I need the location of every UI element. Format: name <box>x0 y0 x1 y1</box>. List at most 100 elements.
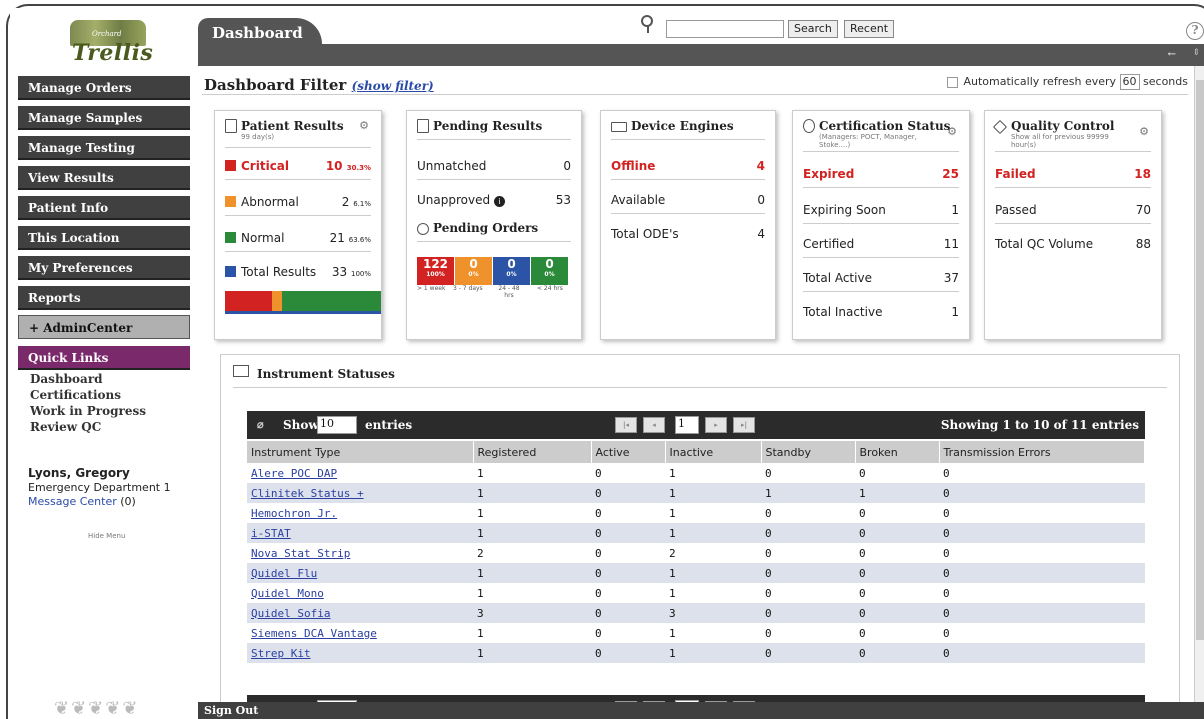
table-cell: 0 <box>939 603 1145 623</box>
flask-icon <box>992 119 1008 135</box>
hide-menu-link[interactable]: Hide Menu <box>88 532 125 540</box>
instrument-link[interactable]: Quidel Mono <box>251 587 324 600</box>
nav-manage-orders[interactable]: Manage Orders <box>18 76 190 100</box>
auto-refresh-checkbox[interactable] <box>946 76 958 88</box>
table-cell: 0 <box>765 546 772 560</box>
resize-icon[interactable]: ⇕ <box>1192 48 1200 58</box>
trellis-logo[interactable]: Orchard Trellis <box>66 20 153 68</box>
quick-link-work-in-progress[interactable]: Work in Progress <box>30 404 146 418</box>
certification-status-card: Certification Status (Managers: POCT, Ma… <box>792 110 970 340</box>
normal-swatch <box>225 232 236 243</box>
instrument-link[interactable]: Nova Stat Strip <box>251 547 350 560</box>
table-cell: 0 <box>591 643 665 663</box>
qc-volume-row[interactable]: Total QC Volume 88 <box>995 237 1151 253</box>
recent-button[interactable]: Recent <box>844 20 895 38</box>
help-icon[interactable]: ? <box>1186 22 1204 40</box>
main-content: Dashboard Filter (show filter) Automatic… <box>198 66 1194 719</box>
table-cell: 0 <box>765 466 772 480</box>
nav-manage-testing[interactable]: Manage Testing <box>18 136 190 160</box>
quick-link-dashboard[interactable]: Dashboard <box>30 372 103 386</box>
first-page-icon[interactable]: |◂ <box>615 417 637 433</box>
total-ode-row[interactable]: Total ODE's 4 <box>611 227 765 243</box>
column-header[interactable]: Active <box>591 441 666 463</box>
unapproved-row[interactable]: Unapproved i 53 <box>417 193 571 209</box>
quick-link-review-qc[interactable]: Review QC <box>30 420 101 434</box>
table-row: Quidel Sofia 3 0 3 0 0 0 <box>247 603 1145 623</box>
total-swatch <box>225 266 236 277</box>
total-results-row[interactable]: Total Results 33 100% <box>225 265 371 281</box>
column-header[interactable]: Instrument Type <box>247 441 474 463</box>
column-header[interactable]: Inactive <box>665 441 762 463</box>
total-results-value: 33 100% <box>332 265 371 279</box>
unmatched-row[interactable]: Unmatched 0 <box>417 159 571 175</box>
table-cell: Alere POC DAP <box>247 463 473 483</box>
nav-patient-info[interactable]: Patient Info <box>18 196 190 220</box>
prev-page-icon[interactable]: ◂ <box>643 417 665 433</box>
gear-icon[interactable]: ⚙ <box>1139 125 1149 138</box>
failed-row[interactable]: Failed 18 <box>995 167 1151 183</box>
divider <box>202 94 1188 95</box>
offline-row[interactable]: Offline 4 <box>611 159 765 175</box>
column-header[interactable]: Broken <box>855 441 940 463</box>
normal-row[interactable]: Normal 21 63.6% <box>225 231 371 247</box>
column-header[interactable]: Transmission Errors <box>939 441 1145 463</box>
collapse-arrow-icon[interactable]: ← <box>1168 49 1176 60</box>
gear-icon[interactable]: ⚙ <box>359 119 369 132</box>
passed-row[interactable]: Passed 70 <box>995 203 1151 219</box>
table-cell: 0 <box>939 643 1145 663</box>
nav-my-preferences[interactable]: My Preferences <box>18 256 190 280</box>
refresh-interval-input[interactable]: 60 <box>1119 74 1140 90</box>
search-input[interactable] <box>666 20 784 38</box>
table-cell: Siemens DCA Vantage <box>247 623 473 643</box>
info-icon[interactable]: i <box>493 196 505 207</box>
instrument-link[interactable]: Clinitek Status + <box>251 487 364 500</box>
expired-label: Expired <box>803 167 855 181</box>
normal-percent: 63.6% <box>348 236 371 244</box>
column-header[interactable]: Standby <box>761 441 856 463</box>
nav-this-location[interactable]: This Location <box>18 226 190 250</box>
panel-title: Instrument Statuses <box>257 367 395 381</box>
table-cell: 0 <box>943 626 950 640</box>
scrollbar-thumb[interactable] <box>1196 80 1204 640</box>
instrument-link[interactable]: Quidel Sofia <box>251 607 330 620</box>
table-cell: 0 <box>595 546 602 560</box>
pending-box-week[interactable]: 122 100% <box>417 257 454 285</box>
abnormal-row[interactable]: Abnormal 2 6.1% <box>225 195 371 211</box>
message-center-link[interactable]: Message Center <box>28 495 117 508</box>
instrument-link[interactable]: Strep Kit <box>251 647 311 660</box>
sign-out-link[interactable]: Sign Out <box>204 704 258 717</box>
next-page-icon[interactable]: ▸ <box>705 417 727 433</box>
search-button[interactable]: Search <box>788 20 838 38</box>
available-row[interactable]: Available 0 <box>611 193 765 209</box>
instrument-link[interactable]: Quidel Flu <box>251 567 317 580</box>
quick-link-certifications[interactable]: Certifications <box>30 388 121 402</box>
instrument-link[interactable]: i-STAT <box>251 527 291 540</box>
nav-view-results[interactable]: View Results <box>18 166 190 190</box>
pending-box-24-48-hrs[interactable]: 0 0% <box>493 257 530 285</box>
certified-row[interactable]: Certified 11 <box>803 237 959 253</box>
column-header[interactable]: Registered <box>473 441 592 463</box>
vertical-scrollbar[interactable] <box>1194 66 1204 702</box>
total-active-row[interactable]: Total Active 37 <box>803 271 959 287</box>
settings-icon[interactable]: ⌀ <box>257 418 264 431</box>
pending-box-24-hrs[interactable]: 0 0% <box>531 257 568 285</box>
nav-manage-samples[interactable]: Manage Samples <box>18 106 190 130</box>
instrument-link[interactable]: Alere POC DAP <box>251 467 337 480</box>
gear-icon[interactable]: ⚙ <box>947 125 957 138</box>
pending-box-3-7-days[interactable]: 0 0% <box>455 257 492 285</box>
nav-quick-links[interactable]: Quick Links <box>18 346 190 370</box>
instrument-link[interactable]: Siemens DCA Vantage <box>251 627 377 640</box>
total-inactive-row[interactable]: Total Inactive 1 <box>803 305 959 321</box>
expired-row[interactable]: Expired 25 <box>803 167 959 183</box>
last-page-icon[interactable]: ▸| <box>733 417 755 433</box>
instrument-link[interactable]: Hemochron Jr. <box>251 507 337 520</box>
entries-select[interactable]: 10 <box>317 416 357 434</box>
page-number-input[interactable]: 1 <box>675 416 699 434</box>
nav-admin-center[interactable]: + AdminCenter <box>18 315 190 339</box>
expiring-row[interactable]: Expiring Soon 1 <box>803 203 959 219</box>
nav-reports[interactable]: Reports <box>18 286 190 310</box>
unapproved-value: 53 <box>555 193 571 207</box>
table-row: Quidel Flu 1 0 1 0 0 0 <box>247 563 1145 583</box>
show-filter-link[interactable]: (show filter) <box>352 79 434 93</box>
critical-row[interactable]: Critical 10 30.3% <box>225 159 371 175</box>
